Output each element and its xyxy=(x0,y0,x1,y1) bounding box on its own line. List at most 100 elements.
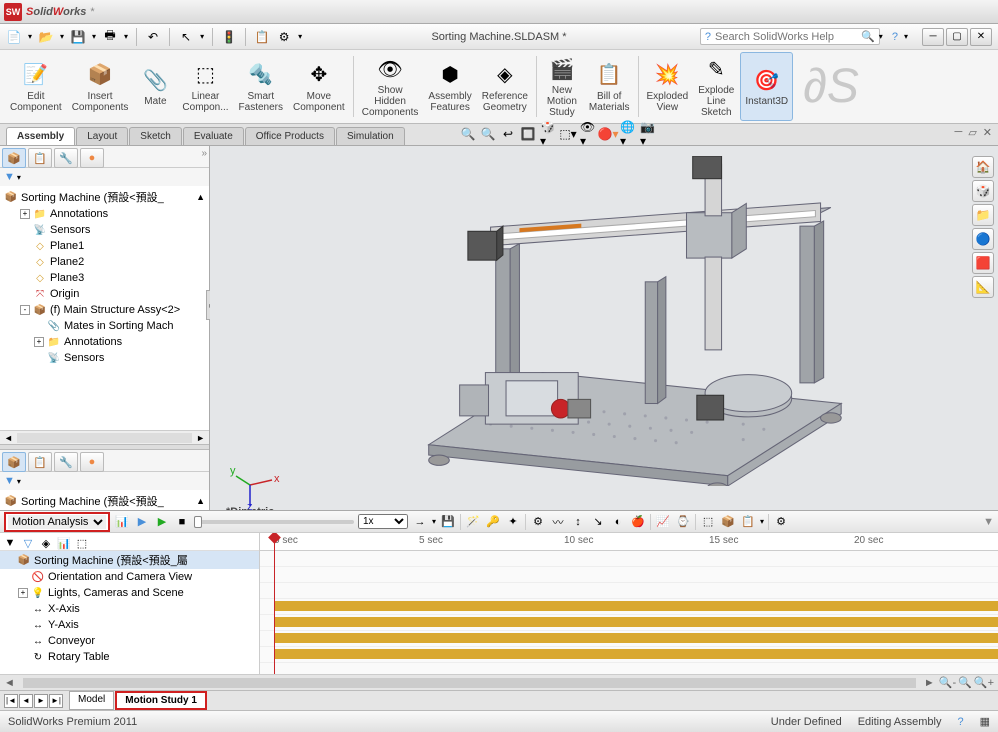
ribbon-exploded[interactable]: 💥ExplodedView xyxy=(643,52,693,121)
search-input[interactable] xyxy=(715,31,857,43)
appearance-tab-2[interactable]: ● xyxy=(80,452,104,472)
panel-expand-icon[interactable]: » xyxy=(201,148,207,165)
rebuild-icon[interactable]: 🚦 xyxy=(221,29,237,45)
tree-item[interactable]: 📡Sensors xyxy=(2,350,207,366)
addkey-icon[interactable]: ✦ xyxy=(505,514,521,530)
motion-tree-item[interactable]: ↔Conveyor xyxy=(0,633,259,649)
timeline-track[interactable] xyxy=(260,631,998,647)
motion-tree[interactable]: ▼ ▽ ◈ 📊 ⬚ 📦Sorting Machine (預設<預設_屬🚫Orie… xyxy=(0,533,260,674)
taskpane-tab-3[interactable]: 🔵 xyxy=(972,228,994,250)
config-tab[interactable]: 🔧 xyxy=(54,148,78,168)
loop-icon[interactable]: → xyxy=(412,514,428,530)
bottom-tab-motion-study-1[interactable]: Motion Study 1 xyxy=(115,691,207,710)
ribbon-mate[interactable]: 📎Mate xyxy=(134,52,176,121)
save-icon[interactable]: 💾 xyxy=(70,29,86,45)
status-rebuild-icon[interactable]: ▦ xyxy=(980,715,990,728)
doc-minimize-button[interactable]: ─ xyxy=(955,126,963,139)
timeline[interactable]: 0 sec5 sec10 sec15 sec20 sec xyxy=(260,533,998,674)
zoom-in-icon[interactable]: 🔍+ xyxy=(974,676,994,689)
force-icon[interactable]: ↘ xyxy=(590,514,606,530)
bottom-tab-model[interactable]: Model xyxy=(69,691,114,710)
calculate-icon[interactable]: 📊 xyxy=(114,514,130,530)
tab-prev-icon[interactable]: ◄ xyxy=(19,694,33,708)
settings-icon[interactable]: ⚙ xyxy=(276,29,292,45)
filter-icon[interactable]: ▼ xyxy=(4,171,15,183)
filter-results-icon[interactable]: 📊 xyxy=(56,535,72,551)
ribbon-smart[interactable]: 🔩SmartFasteners xyxy=(235,52,287,121)
timeline-bar[interactable] xyxy=(274,649,998,659)
timeline-track[interactable] xyxy=(260,551,998,567)
tab-simulation[interactable]: Simulation xyxy=(336,127,405,145)
tab-last-icon[interactable]: ►| xyxy=(49,694,63,708)
motion-tree-item[interactable]: 🚫Orientation and Camera View xyxy=(0,569,259,585)
ribbon-instant3d[interactable]: 🎯Instant3D xyxy=(740,52,793,121)
zoom-area-icon[interactable]: 🔍 xyxy=(480,126,496,142)
contact-icon[interactable]: ◐ xyxy=(610,514,626,530)
tree2-root[interactable]: Sorting Machine (預設<預設_ xyxy=(21,493,164,509)
filter-anim-icon[interactable]: ▼ xyxy=(2,535,18,551)
open-icon[interactable]: 📂 xyxy=(38,29,54,45)
anim-wizard-icon[interactable]: 🪄 xyxy=(465,514,481,530)
minimize-button[interactable]: ─ xyxy=(922,28,944,46)
scene-icon[interactable]: 🌐▾ xyxy=(620,126,636,142)
tab-first-icon[interactable]: |◄ xyxy=(4,694,18,708)
display-style-icon[interactable]: ⬚▾ xyxy=(560,126,576,142)
prev-view-icon[interactable]: ↩ xyxy=(500,126,516,142)
status-help-icon[interactable]: ? xyxy=(957,716,963,728)
timeline-track[interactable] xyxy=(260,615,998,631)
motion-tree-item[interactable]: ↔X-Axis xyxy=(0,601,259,617)
timeline-bar[interactable] xyxy=(274,617,998,627)
playhead[interactable] xyxy=(274,533,275,674)
tree-item[interactable]: ⤧Origin xyxy=(2,286,207,302)
property-tab-2[interactable]: 📋 xyxy=(28,452,52,472)
motion-type-dropdown[interactable]: Motion Analysis xyxy=(4,512,110,532)
playback-speed[interactable]: 1x xyxy=(358,514,408,529)
motion-tree-item[interactable]: +💡Lights, Cameras and Scene xyxy=(0,585,259,601)
scroll-right-icon[interactable]: ► xyxy=(924,677,935,689)
autokey-icon[interactable]: 🔑 xyxy=(485,514,501,530)
new-icon[interactable]: 📄 xyxy=(6,29,22,45)
motion-tree-item[interactable]: 📦Sorting Machine (預設<預設_屬 xyxy=(0,551,259,569)
tab-office-products[interactable]: Office Products xyxy=(245,127,335,145)
tree-item[interactable]: ◇Plane1 xyxy=(2,238,207,254)
motion-type-select[interactable]: Motion Analysis xyxy=(8,515,106,529)
tree-item[interactable]: +📁Annotations xyxy=(2,334,207,350)
results-icon[interactable]: 📈 xyxy=(655,514,671,530)
doc-restore-button[interactable]: ▱ xyxy=(968,126,976,139)
scroll-left-icon[interactable]: ◄ xyxy=(4,677,15,689)
section-view-icon[interactable]: 🔲 xyxy=(520,126,536,142)
ribbon-edit[interactable]: 📝EditComponent xyxy=(6,52,66,121)
graphics-area[interactable]: x y z *Dimetric 🏠🎲📁🔵🟥📐 xyxy=(210,146,998,510)
play-icon[interactable]: ▶ xyxy=(154,514,170,530)
sim-setup-icon[interactable]: 📦 xyxy=(720,514,736,530)
ribbon-explode-sketch[interactable]: ✎ExplodeLineSketch xyxy=(694,52,738,121)
feature-tree-tab-2[interactable]: 📦 xyxy=(2,452,26,472)
ribbon-new-study[interactable]: 🎬NewMotionStudy xyxy=(541,52,583,121)
stop-icon[interactable]: ■ xyxy=(174,514,190,530)
hide-show-icon[interactable]: 👁▾ xyxy=(580,126,596,142)
ribbon-show-components[interactable]: 👁ShowHiddenComponents xyxy=(358,52,423,121)
tab-evaluate[interactable]: Evaluate xyxy=(183,127,244,145)
print-icon[interactable]: 🖶 xyxy=(102,29,118,45)
tree-item[interactable]: ◇Plane3 xyxy=(2,270,207,286)
scroll-left-icon[interactable]: ◄ xyxy=(4,433,13,443)
timeline-track[interactable] xyxy=(260,599,998,615)
tree-item[interactable]: -📦(f) Main Structure Assy<2> xyxy=(2,302,207,318)
timeline-track[interactable] xyxy=(260,583,998,599)
view-orient-icon[interactable]: 🎲▾ xyxy=(540,126,556,142)
options-icon[interactable]: 📋 xyxy=(254,29,270,45)
taskpane-tab-0[interactable]: 🏠 xyxy=(972,156,994,178)
appearance-tab[interactable]: ● xyxy=(80,148,104,168)
config-tab-2[interactable]: 🔧 xyxy=(54,452,78,472)
timeline-track[interactable] xyxy=(260,647,998,663)
search-box[interactable]: ? 🔍▾ xyxy=(700,28,880,45)
doc-close-button[interactable]: ✕ xyxy=(983,126,992,139)
zoom-out-icon[interactable]: 🔍- xyxy=(939,676,956,689)
damper-icon[interactable]: ↕ xyxy=(570,514,586,530)
filter-sel-icon[interactable]: ◈ xyxy=(38,535,54,551)
taskpane-tab-1[interactable]: 🎲 xyxy=(972,180,994,202)
tree-item[interactable]: 📎Mates in Sorting Mach xyxy=(2,318,207,334)
timeline-track[interactable] xyxy=(260,567,998,583)
motion-tree-item[interactable]: ↻Rotary Table xyxy=(0,649,259,665)
collapse-motion-icon[interactable]: ▼ xyxy=(983,516,994,528)
